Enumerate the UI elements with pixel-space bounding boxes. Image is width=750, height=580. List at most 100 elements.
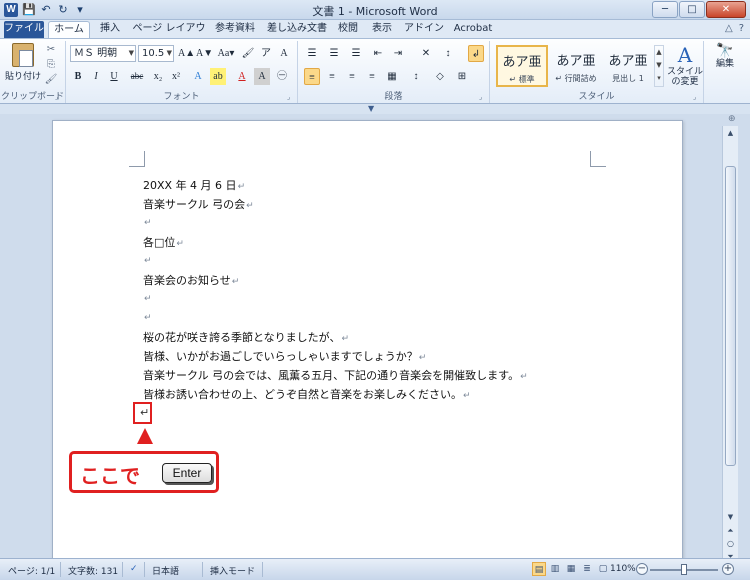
zoom-in-button[interactable]: + — [722, 563, 734, 575]
character-shading-button[interactable]: A — [254, 68, 270, 85]
bold-button[interactable]: B — [70, 68, 86, 85]
callout-text: ここで — [80, 464, 140, 488]
language-indicator[interactable]: 日本語 — [152, 564, 179, 577]
justify-button[interactable]: ≡ — [364, 68, 380, 85]
maximize-button[interactable]: □ — [679, 1, 705, 18]
format-painter-icon[interactable]: 🖌 — [44, 74, 58, 88]
editing-label: 編集 — [715, 59, 734, 69]
shading-button[interactable]: ◇ — [432, 68, 448, 85]
asian-layout-button[interactable]: ✕ — [418, 45, 434, 62]
crop-mark — [129, 151, 145, 167]
font-size-select[interactable]: 10.5 ▼ — [138, 45, 174, 62]
distribute-button[interactable]: ▦ — [384, 68, 400, 85]
line-spacing-button[interactable]: ↕ — [408, 68, 424, 85]
style-heading-1[interactable]: あア亜 見出し 1 — [602, 45, 654, 87]
bullets-button[interactable]: ☰ — [304, 45, 320, 62]
web-layout-view-icon[interactable]: ▦ — [564, 562, 578, 576]
clear-format-button[interactable]: 🖌 — [240, 45, 256, 62]
document-page[interactable]: 20XX 年 4 月 6 日↵ 音楽サークル 弓の会↵ ↵ 各□位↵ ↵ 音楽会… — [52, 120, 683, 560]
tab-page-layout[interactable]: ページ レイアウト — [132, 21, 206, 50]
numbering-button[interactable]: ☰ — [326, 45, 342, 62]
align-center-button[interactable]: ≡ — [324, 68, 340, 85]
phonetic-guide-button[interactable]: ア — [258, 45, 274, 62]
subscript-button[interactable]: x₂ — [150, 68, 166, 85]
underline-button[interactable]: U — [106, 68, 122, 85]
sort-button[interactable]: ↕ — [440, 45, 456, 62]
zoom-level[interactable]: 110% — [610, 564, 636, 574]
zoom-out-button[interactable]: − — [636, 563, 648, 575]
doc-line: ↵ — [143, 310, 152, 323]
font-name-select[interactable]: ＭＳ 明朝 ▼ — [70, 45, 136, 62]
tab-view[interactable]: 表示 — [368, 21, 396, 38]
scroll-up-icon[interactable]: ▲ — [723, 126, 738, 140]
align-right-button[interactable]: ≡ — [344, 68, 360, 85]
cursor-highlight: ↵ — [133, 402, 152, 424]
increase-indent-button[interactable]: ⇥ — [390, 45, 406, 62]
borders-button[interactable]: ⊞ — [454, 68, 470, 85]
align-left-button[interactable]: ≡ — [304, 68, 320, 85]
editing-button[interactable]: 🔭 編集 — [706, 43, 744, 69]
tab-mailings[interactable]: 差し込み文書 — [264, 21, 330, 38]
proofing-icon[interactable]: ✓ — [130, 564, 138, 574]
paste-button[interactable]: 貼り付け — [4, 43, 42, 87]
enter-key-icon: Enter — [162, 463, 212, 483]
reading-view-icon[interactable]: ▥ — [548, 562, 562, 576]
tab-home[interactable]: ホーム — [48, 21, 90, 38]
font-color-button[interactable]: A — [234, 68, 250, 85]
scrollbar-thumb[interactable] — [725, 166, 736, 466]
font-launcher-icon[interactable]: ⌟ — [287, 93, 295, 101]
clipboard-launcher-icon[interactable]: ⌟ — [55, 93, 63, 101]
strikethrough-button[interactable]: abc — [126, 68, 148, 85]
line-text: 音楽会のお知らせ — [143, 274, 231, 287]
change-case-button[interactable]: Aa▾ — [216, 45, 236, 62]
paste-label: 貼り付け — [4, 72, 41, 82]
cut-icon[interactable]: ✂ — [44, 44, 58, 58]
ruler-icon[interactable]: ⊕ — [728, 114, 740, 126]
ribbon-collapse-row: ▼ — [0, 104, 750, 114]
highlight-button[interactable]: ab — [210, 68, 226, 85]
shrink-font-button[interactable]: A▼ — [196, 45, 213, 62]
superscript-button[interactable]: x² — [168, 68, 184, 85]
tab-acrobat[interactable]: Acrobat — [450, 21, 496, 38]
tab-references[interactable]: 参考資料 — [210, 21, 260, 38]
style-no-spacing[interactable]: あア亜 ↵ 行間詰め — [550, 45, 602, 87]
paragraph-launcher-icon[interactable]: ⌟ — [479, 93, 487, 101]
copy-icon[interactable]: ⎘ — [44, 59, 58, 73]
outline-view-icon[interactable]: ≣ — [580, 562, 594, 576]
page-count[interactable]: ページ: 1/1 — [8, 564, 55, 577]
grow-font-button[interactable]: A▲ — [178, 45, 195, 62]
vertical-scrollbar[interactable]: ▲ ▼ ⏶ ○ ⏷ — [722, 126, 738, 561]
decrease-indent-button[interactable]: ⇤ — [370, 45, 386, 62]
enclose-characters-button[interactable]: ㊀ — [274, 68, 290, 85]
browse-object-icon[interactable]: ○ — [723, 539, 738, 551]
tab-file[interactable]: ファイル — [4, 21, 44, 38]
styles-gallery-scroll[interactable]: ▲ ▼ ▾ — [654, 45, 664, 87]
tab-addins[interactable]: アドイン — [404, 21, 444, 38]
word-count[interactable]: 文字数: 131 — [68, 564, 118, 577]
paragraph-mark-icon: ↵ — [176, 239, 184, 249]
close-button[interactable]: ✕ — [706, 1, 746, 18]
text-effects-button[interactable]: A — [190, 68, 206, 85]
italic-button[interactable]: I — [88, 68, 104, 85]
styles-launcher-icon[interactable]: ⌟ — [693, 93, 701, 101]
zoom-slider-thumb[interactable] — [681, 564, 687, 575]
minimize-button[interactable]: ─ — [652, 1, 678, 18]
multilevel-list-button[interactable]: ☰ — [348, 45, 364, 62]
style-normal[interactable]: あア亜 ↵ 標準 — [496, 45, 548, 87]
divider — [262, 562, 263, 577]
print-layout-view-icon[interactable]: ▤ — [532, 562, 546, 576]
divider — [60, 562, 61, 577]
change-styles-button[interactable]: A スタイルの変更 — [666, 43, 704, 87]
prev-page-icon[interactable]: ⏶ — [723, 526, 738, 538]
style-sample: あア亜 — [502, 55, 542, 70]
draft-view-icon[interactable]: ▢ — [596, 562, 610, 576]
show-marks-button[interactable]: ↲ — [468, 45, 484, 62]
tab-review[interactable]: 校閲 — [334, 21, 362, 38]
insert-mode-indicator[interactable]: 挿入モード — [210, 564, 255, 577]
minimize-ribbon-icon[interactable]: △ — [725, 23, 733, 34]
chevron-down-icon[interactable]: ▼ — [368, 104, 374, 113]
character-border-button[interactable]: A — [276, 45, 292, 62]
help-icon[interactable]: ? — [739, 23, 744, 34]
tab-insert[interactable]: 挿入 — [94, 21, 126, 38]
scroll-down-icon[interactable]: ▼ — [723, 510, 738, 524]
